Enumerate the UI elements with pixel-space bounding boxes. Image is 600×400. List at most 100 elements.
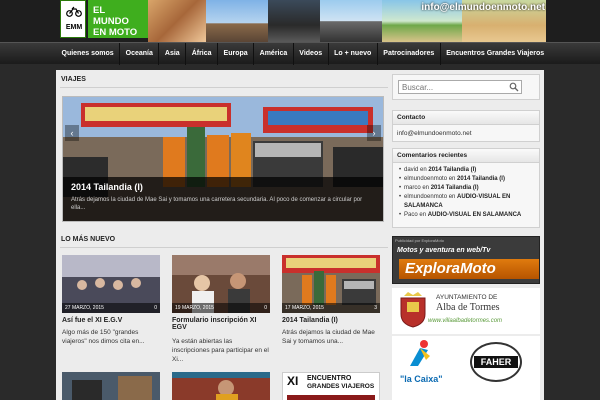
search-icon[interactable] xyxy=(509,82,519,92)
post-title[interactable]: Así fue el XI E.G.V xyxy=(62,317,160,324)
nav-item-america[interactable]: América xyxy=(254,43,294,65)
ad-title: ExploraMoto xyxy=(405,260,496,277)
list-item: elmundoenmoto en AUDIO-VISUAL EN SALAMAN… xyxy=(399,193,535,211)
search-widget xyxy=(392,74,540,100)
slide-caption: 2014 Tailandia (I) Atrás dejamos la ciud… xyxy=(63,177,383,221)
post-thumbnail[interactable] xyxy=(62,372,160,400)
recent-comments-list: david en 2014 Tailandia (I) elmundoenmot… xyxy=(393,163,539,223)
list-item: marco en 2014 Tailandia (I) xyxy=(399,184,535,193)
event-poster[interactable]: XI ENCUENTRO GRANDES VIAJEROS xyxy=(282,372,380,400)
comment-count[interactable]: 0 xyxy=(264,304,267,312)
list-item: david en 2014 Tailandia (I) xyxy=(399,166,535,175)
contact-title: Contacto xyxy=(393,111,539,125)
list-item: elmundoenmoto en 2014 Tailandia (I) xyxy=(399,175,535,184)
slide-title[interactable]: 2014 Tailandia (I) xyxy=(71,182,375,192)
page-content: VIAJES ‹ › 2014 Tailandia (I) Atrás deja… xyxy=(56,70,544,400)
explora-moto-ad[interactable]: Publicidad por ExploraMoto Motos y avent… xyxy=(392,236,540,284)
comment-post-link[interactable]: 2014 Tailandia (I) xyxy=(428,167,476,173)
nav-item-encuentros[interactable]: Encuentros Grandes Viajeros xyxy=(441,43,550,65)
post-title[interactable]: Formulario inscripción XI EGV xyxy=(172,317,270,331)
comment-sep: en xyxy=(417,212,428,218)
banner-photo xyxy=(268,0,320,42)
faher-logo[interactable]: FAHER xyxy=(470,342,522,382)
featured-slider[interactable]: ‹ › 2014 Tailandia (I) Atrás dejamos la … xyxy=(62,96,384,222)
la-caixa-star-icon xyxy=(410,340,430,366)
logo-line-1: EL xyxy=(93,5,106,16)
recent-comments-title: Comentarios recientes xyxy=(393,149,539,163)
site-logo[interactable]: EMM EL MUNDO EN MOTO xyxy=(60,0,148,38)
comment-author[interactable]: marco xyxy=(404,185,421,191)
nav-item-europa[interactable]: Europa xyxy=(218,43,255,65)
nav-item-lo-mas-nuevo[interactable]: Lo + nuevo xyxy=(329,43,378,65)
comment-sep: en xyxy=(420,185,431,191)
header-email[interactable]: info@elmundoenmoto.net xyxy=(421,2,545,13)
logo-line-2: MUNDO xyxy=(93,16,129,27)
post-image xyxy=(172,372,270,400)
comment-author[interactable]: elmundoenmoto xyxy=(404,194,447,200)
coat-of-arms-icon xyxy=(400,292,426,328)
alba-de-tormes-ad[interactable]: AYUNTAMIENTO DE Alba de Tormes www.villa… xyxy=(392,288,540,334)
ad-subtitle: Motos y aventura en web/Tv xyxy=(397,247,491,254)
logo-wordmark: EL MUNDO EN MOTO xyxy=(88,0,148,38)
ad-alba-url: www.villaalbadetormes.com xyxy=(428,318,503,324)
post-thumbnail[interactable]: 17 MARZO, 2015 3 xyxy=(282,255,380,313)
viajes-heading: VIAJES xyxy=(60,74,388,88)
logo-badge-text: EMM xyxy=(65,24,83,31)
sponsor-logos: "la Caixa" FAHER xyxy=(392,336,540,400)
slide-excerpt: Atrás dejamos la ciudad de Mae Sai y tom… xyxy=(71,197,363,211)
post-excerpt: Algo más de 150 "grandes viajeros" nos d… xyxy=(62,329,145,345)
post-image xyxy=(62,372,160,400)
comment-author[interactable]: david xyxy=(404,167,418,173)
nav-item-quienes-somos[interactable]: Quienes somos xyxy=(56,43,121,65)
nav-item-videos[interactable]: Videos xyxy=(294,43,329,65)
comment-sep: en xyxy=(418,167,429,173)
post-date: 17 MARZO, 2015 xyxy=(282,303,380,313)
ad-alba-line2: Alba de Tormes xyxy=(436,302,500,313)
banner-photo xyxy=(320,0,382,42)
post-date: 19 MARZO, 2015 xyxy=(172,303,270,313)
search-input[interactable] xyxy=(398,80,522,94)
comment-count[interactable]: 3 xyxy=(374,304,377,312)
recent-comments-widget: Comentarios recientes david en 2014 Tail… xyxy=(392,148,540,228)
slider-prev-icon[interactable]: ‹ xyxy=(65,125,79,141)
poster-band xyxy=(287,395,375,400)
post-date: 27 MARZO, 2015 xyxy=(62,303,160,313)
post-thumbnail[interactable]: 19 MARZO, 2015 0 xyxy=(172,255,270,313)
nav-item-africa[interactable]: África xyxy=(186,43,219,65)
contact-email[interactable]: info@elmundoenmoto.net xyxy=(393,125,539,142)
nav-item-oceania[interactable]: Oceanía xyxy=(120,43,160,65)
comment-post-link[interactable]: 2014 Tailandia (I) xyxy=(431,185,479,191)
post-thumbnail[interactable]: 27 MARZO, 2015 0 xyxy=(62,255,160,313)
ad-small-text: Publicidad por ExploraMoto xyxy=(395,238,444,243)
main-nav: Quienes somos Oceanía Asia África Europa… xyxy=(0,42,600,65)
slider-next-icon[interactable]: › xyxy=(367,125,381,141)
la-caixa-logo[interactable]: "la Caixa" xyxy=(400,374,443,384)
motorcycle-icon xyxy=(66,6,82,17)
comment-author[interactable]: elmundoenmoto xyxy=(404,176,447,182)
comment-author[interactable]: Paco xyxy=(404,212,418,218)
comment-sep: en xyxy=(447,194,458,200)
faher-text: FAHER xyxy=(474,356,518,368)
post-title[interactable]: 2014 Tailandia (I) xyxy=(282,317,380,324)
post-thumbnail[interactable] xyxy=(172,372,270,400)
poster-line: GRANDES VIAJEROS xyxy=(307,383,375,390)
comment-count[interactable]: 0 xyxy=(154,304,157,312)
site-header: EMM EL MUNDO EN MOTO info@elmundoenmoto.… xyxy=(0,0,600,42)
post-excerpt: Atrás dejamos la ciudad de Mae Sai y tom… xyxy=(282,329,375,345)
list-item: Paco en AUDIO-VISUAL EN SALAMANCA xyxy=(399,211,535,220)
banner-photo xyxy=(148,0,206,42)
logo-badge: EMM xyxy=(60,0,86,38)
comment-post-link[interactable]: AUDIO-VISUAL EN SALAMANCA xyxy=(428,212,522,218)
post-excerpt: Ya están abiertas las inscripciones para… xyxy=(172,338,269,363)
nav-item-patrocinadores[interactable]: Patrocinadores xyxy=(378,43,441,65)
logo-line-3: EN MOTO xyxy=(93,27,138,38)
ad-alba-line1: AYUNTAMIENTO DE xyxy=(436,294,498,301)
poster-line: ENCUENTRO xyxy=(307,375,352,382)
latest-heading: LO MÁS NUEVO xyxy=(60,234,388,248)
contact-widget: Contacto info@elmundoenmoto.net xyxy=(392,110,540,142)
comment-sep: en xyxy=(447,176,458,182)
comment-post-link[interactable]: 2014 Tailandia (I) xyxy=(457,176,505,182)
poster-roman: XI xyxy=(287,374,299,388)
nav-item-asia[interactable]: Asia xyxy=(159,43,187,65)
main-column: VIAJES ‹ › 2014 Tailandia (I) Atrás deja… xyxy=(60,74,388,400)
